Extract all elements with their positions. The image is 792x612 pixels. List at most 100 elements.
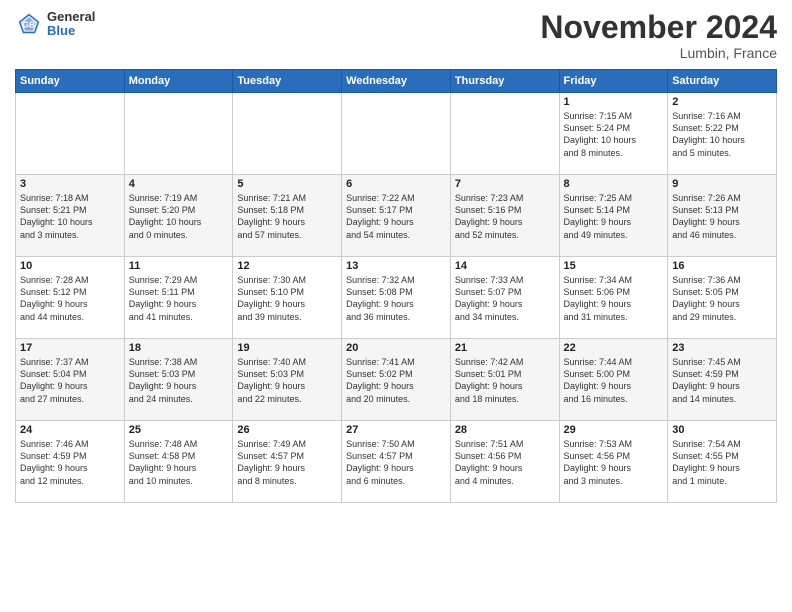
calendar-cell bbox=[233, 93, 342, 175]
day-of-week-saturday: Saturday bbox=[668, 70, 777, 93]
logo-blue: Blue bbox=[47, 24, 95, 38]
calendar-cell: 6 Sunrise: 7:22 AM Sunset: 5:17 PM Daylig… bbox=[342, 175, 451, 257]
day-info: Sunrise: 7:34 AM Sunset: 5:06 PM Dayligh… bbox=[564, 274, 664, 323]
day-number: 7 bbox=[455, 178, 555, 190]
day-number: 30 bbox=[672, 424, 772, 436]
day-of-week-wednesday: Wednesday bbox=[342, 70, 451, 93]
day-info: Sunrise: 7:23 AM Sunset: 5:16 PM Dayligh… bbox=[455, 192, 555, 241]
month-title: November 2024 bbox=[540, 10, 777, 45]
calendar-cell: 28 Sunrise: 7:51 AM Sunset: 4:56 PM Dayli… bbox=[450, 421, 559, 503]
calendar-header-row: SundayMondayTuesdayWednesdayThursdayFrid… bbox=[16, 70, 777, 93]
calendar-cell: 10 Sunrise: 7:28 AM Sunset: 5:12 PM Dayli… bbox=[16, 257, 125, 339]
day-info: Sunrise: 7:54 AM Sunset: 4:55 PM Dayligh… bbox=[672, 438, 772, 487]
calendar-cell: 13 Sunrise: 7:32 AM Sunset: 5:08 PM Dayli… bbox=[342, 257, 451, 339]
day-number: 10 bbox=[20, 260, 120, 272]
calendar-cell: 5 Sunrise: 7:21 AM Sunset: 5:18 PM Daylig… bbox=[233, 175, 342, 257]
svg-text:GB: GB bbox=[22, 20, 35, 30]
calendar-cell bbox=[450, 93, 559, 175]
calendar-week-row: 17 Sunrise: 7:37 AM Sunset: 5:04 PM Dayli… bbox=[16, 339, 777, 421]
calendar-cell: 25Sunrise: 7:48 AM Sunset: 4:58 PM Dayli… bbox=[124, 421, 233, 503]
day-number: 18 bbox=[129, 342, 229, 354]
day-number: 6 bbox=[346, 178, 446, 190]
day-info: Sunrise: 7:29 AM Sunset: 5:11 PM Dayligh… bbox=[129, 274, 229, 323]
day-info: Sunrise: 7:45 AM Sunset: 4:59 PM Dayligh… bbox=[672, 356, 772, 405]
day-info: Sunrise: 7:32 AM Sunset: 5:08 PM Dayligh… bbox=[346, 274, 446, 323]
day-info: Sunrise: 7:44 AM Sunset: 5:00 PM Dayligh… bbox=[564, 356, 664, 405]
day-info: Sunrise: 7:19 AM Sunset: 5:20 PM Dayligh… bbox=[129, 192, 229, 241]
page: GB General Blue November 2024 Lumbin, Fr… bbox=[0, 0, 792, 612]
day-number: 14 bbox=[455, 260, 555, 272]
day-number: 27 bbox=[346, 424, 446, 436]
location: Lumbin, France bbox=[540, 45, 777, 61]
day-number: 28 bbox=[455, 424, 555, 436]
day-info: Sunrise: 7:36 AM Sunset: 5:05 PM Dayligh… bbox=[672, 274, 772, 323]
day-info: Sunrise: 7:25 AM Sunset: 5:14 PM Dayligh… bbox=[564, 192, 664, 241]
calendar-cell: 30 Sunrise: 7:54 AM Sunset: 4:55 PM Dayli… bbox=[668, 421, 777, 503]
calendar-cell: 24 Sunrise: 7:46 AM Sunset: 4:59 PM Dayli… bbox=[16, 421, 125, 503]
calendar-cell: 2 Sunrise: 7:16 AM Sunset: 5:22 PM Daylig… bbox=[668, 93, 777, 175]
calendar-cell: 21Sunrise: 7:42 AM Sunset: 5:01 PM Dayli… bbox=[450, 339, 559, 421]
calendar-cell bbox=[342, 93, 451, 175]
day-info: Sunrise: 7:16 AM Sunset: 5:22 PM Dayligh… bbox=[672, 110, 772, 159]
day-number: 1 bbox=[564, 96, 664, 108]
day-number: 4 bbox=[129, 178, 229, 190]
day-info: Sunrise: 7:33 AM Sunset: 5:07 PM Dayligh… bbox=[455, 274, 555, 323]
day-number: 5 bbox=[237, 178, 337, 190]
day-number: 20 bbox=[346, 342, 446, 354]
calendar: SundayMondayTuesdayWednesdayThursdayFrid… bbox=[15, 69, 777, 503]
day-number: 13 bbox=[346, 260, 446, 272]
day-info: Sunrise: 7:15 AM Sunset: 5:24 PM Dayligh… bbox=[564, 110, 664, 159]
day-of-week-thursday: Thursday bbox=[450, 70, 559, 93]
day-info: Sunrise: 7:41 AM Sunset: 5:02 PM Dayligh… bbox=[346, 356, 446, 405]
calendar-cell bbox=[124, 93, 233, 175]
day-number: 8 bbox=[564, 178, 664, 190]
day-info: Sunrise: 7:49 AM Sunset: 4:57 PM Dayligh… bbox=[237, 438, 337, 487]
day-number: 2 bbox=[672, 96, 772, 108]
day-number: 26 bbox=[237, 424, 337, 436]
calendar-cell: 18Sunrise: 7:38 AM Sunset: 5:03 PM Dayli… bbox=[124, 339, 233, 421]
calendar-cell: 3Sunrise: 7:18 AM Sunset: 5:21 PM Daylig… bbox=[16, 175, 125, 257]
day-of-week-sunday: Sunday bbox=[16, 70, 125, 93]
day-of-week-monday: Monday bbox=[124, 70, 233, 93]
day-number: 17 bbox=[20, 342, 120, 354]
day-number: 22 bbox=[564, 342, 664, 354]
day-number: 9 bbox=[672, 178, 772, 190]
calendar-cell: 8 Sunrise: 7:25 AM Sunset: 5:14 PM Daylig… bbox=[559, 175, 668, 257]
header: GB General Blue November 2024 Lumbin, Fr… bbox=[15, 10, 777, 61]
day-info: Sunrise: 7:21 AM Sunset: 5:18 PM Dayligh… bbox=[237, 192, 337, 241]
calendar-cell: 22 Sunrise: 7:44 AM Sunset: 5:00 PM Dayli… bbox=[559, 339, 668, 421]
day-info: Sunrise: 7:22 AM Sunset: 5:17 PM Dayligh… bbox=[346, 192, 446, 241]
logo-general: General bbox=[47, 10, 95, 24]
day-info: Sunrise: 7:53 AM Sunset: 4:56 PM Dayligh… bbox=[564, 438, 664, 487]
calendar-cell: 26 Sunrise: 7:49 AM Sunset: 4:57 PM Dayli… bbox=[233, 421, 342, 503]
day-number: 25 bbox=[129, 424, 229, 436]
day-info: Sunrise: 7:28 AM Sunset: 5:12 PM Dayligh… bbox=[20, 274, 120, 323]
day-info: Sunrise: 7:51 AM Sunset: 4:56 PM Dayligh… bbox=[455, 438, 555, 487]
day-info: Sunrise: 7:50 AM Sunset: 4:57 PM Dayligh… bbox=[346, 438, 446, 487]
day-info: Sunrise: 7:42 AM Sunset: 5:01 PM Dayligh… bbox=[455, 356, 555, 405]
calendar-cell: 19Sunrise: 7:40 AM Sunset: 5:03 PM Dayli… bbox=[233, 339, 342, 421]
day-number: 12 bbox=[237, 260, 337, 272]
day-info: Sunrise: 7:40 AM Sunset: 5:03 PM Dayligh… bbox=[237, 356, 337, 405]
day-info: Sunrise: 7:18 AM Sunset: 5:21 PM Dayligh… bbox=[20, 192, 120, 241]
calendar-cell: 7 Sunrise: 7:23 AM Sunset: 5:16 PM Daylig… bbox=[450, 175, 559, 257]
calendar-cell: 27 Sunrise: 7:50 AM Sunset: 4:57 PM Dayli… bbox=[342, 421, 451, 503]
calendar-cell: 14 Sunrise: 7:33 AM Sunset: 5:07 PM Dayli… bbox=[450, 257, 559, 339]
day-info: Sunrise: 7:26 AM Sunset: 5:13 PM Dayligh… bbox=[672, 192, 772, 241]
calendar-week-row: 10 Sunrise: 7:28 AM Sunset: 5:12 PM Dayli… bbox=[16, 257, 777, 339]
calendar-cell: 20 Sunrise: 7:41 AM Sunset: 5:02 PM Dayli… bbox=[342, 339, 451, 421]
day-info: Sunrise: 7:46 AM Sunset: 4:59 PM Dayligh… bbox=[20, 438, 120, 487]
day-number: 15 bbox=[564, 260, 664, 272]
day-number: 24 bbox=[20, 424, 120, 436]
calendar-cell: 11 Sunrise: 7:29 AM Sunset: 5:11 PM Dayli… bbox=[124, 257, 233, 339]
day-number: 16 bbox=[672, 260, 772, 272]
day-info: Sunrise: 7:30 AM Sunset: 5:10 PM Dayligh… bbox=[237, 274, 337, 323]
calendar-cell bbox=[16, 93, 125, 175]
logo-icon: GB bbox=[15, 10, 43, 38]
day-number: 29 bbox=[564, 424, 664, 436]
calendar-cell: 29 Sunrise: 7:53 AM Sunset: 4:56 PM Dayli… bbox=[559, 421, 668, 503]
day-info: Sunrise: 7:37 AM Sunset: 5:04 PM Dayligh… bbox=[20, 356, 120, 405]
calendar-cell: 23Sunrise: 7:45 AM Sunset: 4:59 PM Dayli… bbox=[668, 339, 777, 421]
day-number: 11 bbox=[129, 260, 229, 272]
calendar-cell: 4 Sunrise: 7:19 AM Sunset: 5:20 PM Daylig… bbox=[124, 175, 233, 257]
